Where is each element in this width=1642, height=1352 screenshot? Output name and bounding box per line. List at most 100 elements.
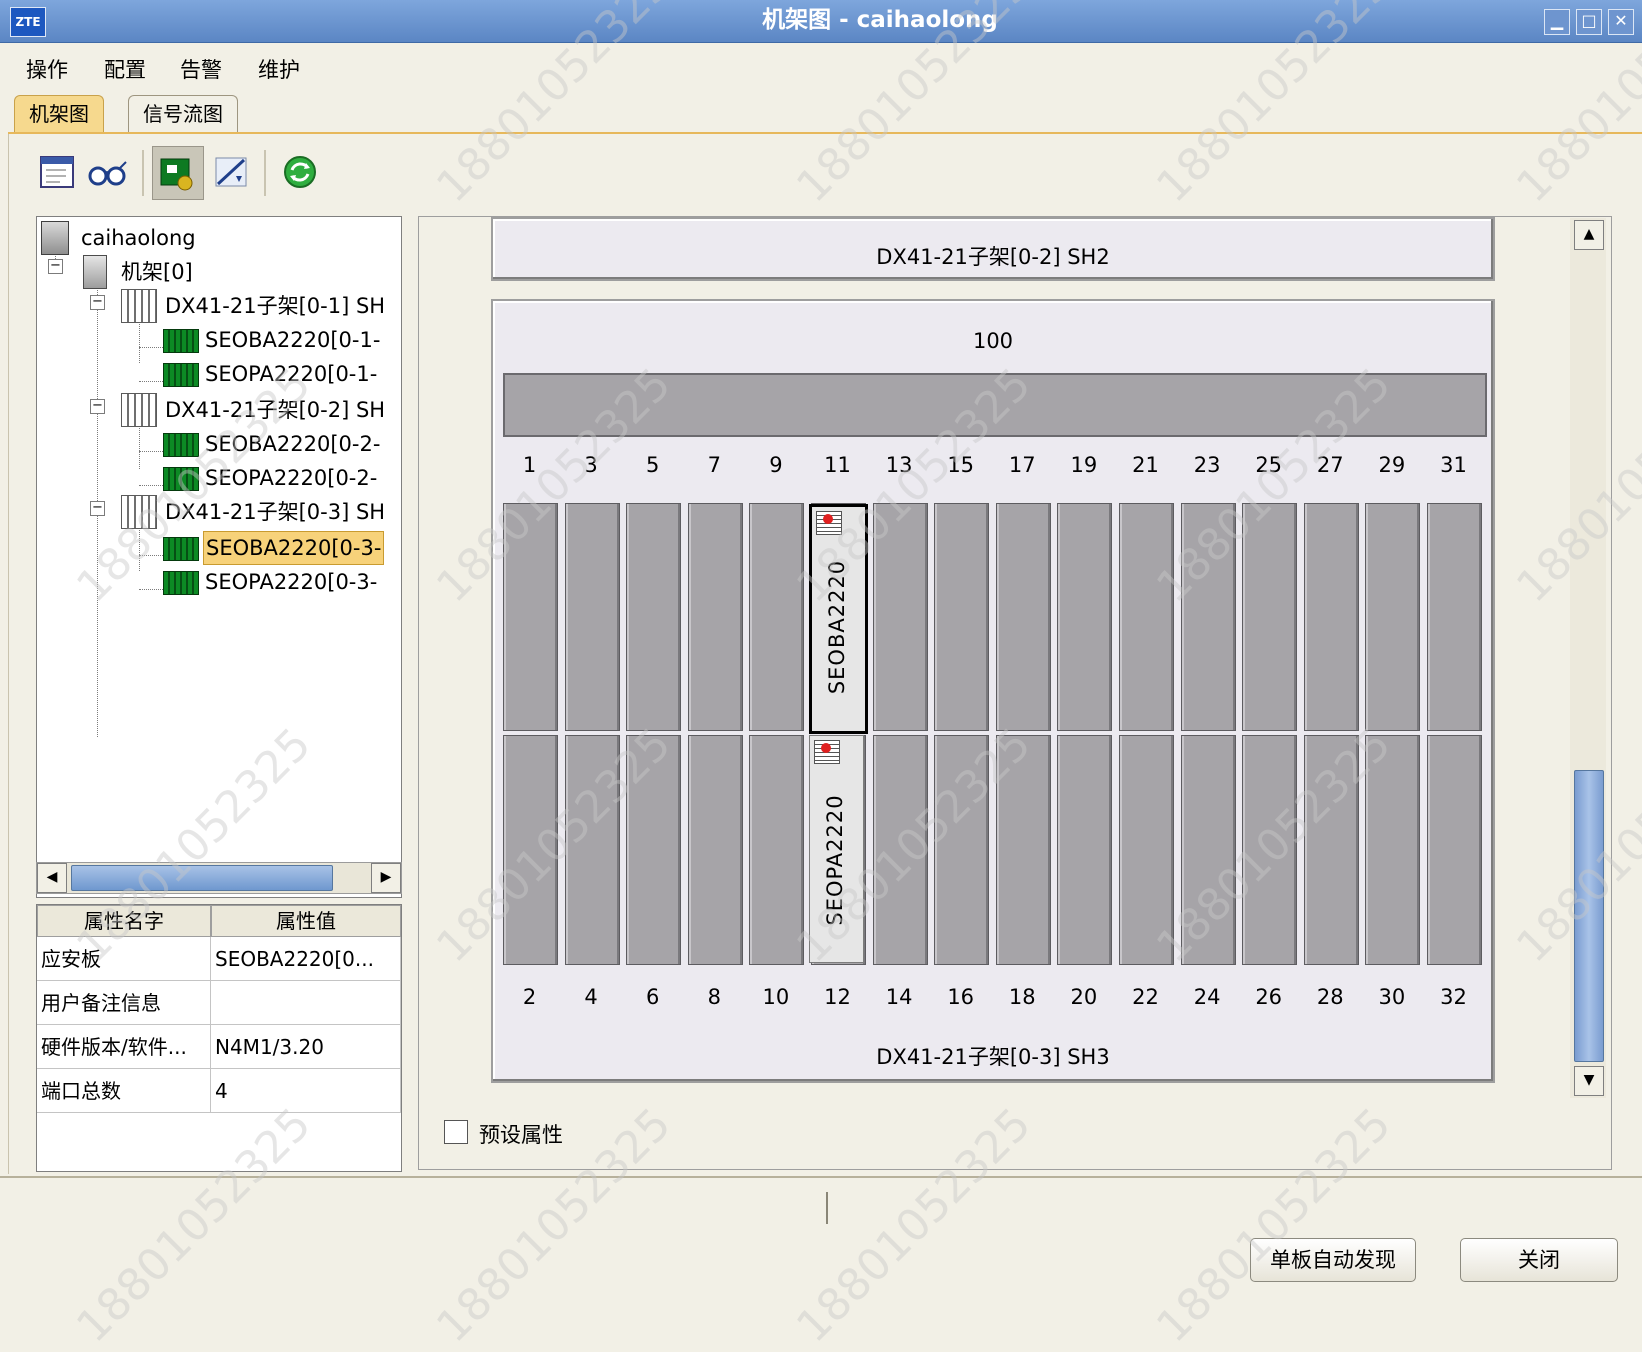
slot-10[interactable] [749, 735, 805, 965]
slot-3[interactable] [564, 503, 620, 731]
slot-number: 7 [707, 453, 721, 477]
slot-27[interactable] [1303, 503, 1359, 731]
scroll-thumb[interactable] [1574, 770, 1604, 1062]
slot-20[interactable] [1057, 735, 1113, 965]
slot-number: 14 [885, 985, 913, 1009]
board-icon [163, 571, 199, 595]
property-value: 4 [211, 1069, 401, 1113]
scroll-thumb[interactable] [71, 865, 333, 891]
slot-25[interactable] [1242, 503, 1298, 731]
menu-maintenance[interactable]: 维护 [258, 54, 300, 84]
card-seopa2220[interactable]: SEOPA2220 [809, 735, 864, 963]
slot-30[interactable] [1365, 735, 1421, 965]
subrack-icon [121, 495, 157, 529]
slot-24[interactable] [1180, 735, 1236, 965]
property-name: 应安板 [37, 937, 211, 981]
slot-number: 2 [522, 985, 537, 1009]
slot-8[interactable] [687, 735, 743, 965]
tab-rack-view[interactable]: 机架图 [14, 95, 104, 132]
slot-number: 10 [762, 985, 790, 1009]
slot-5[interactable] [626, 503, 682, 731]
slot-2[interactable] [503, 735, 558, 965]
toolbar [24, 146, 344, 204]
slot-4[interactable] [564, 735, 620, 965]
slot-6[interactable] [626, 735, 682, 965]
subrack-icon [121, 393, 157, 427]
preset-attributes-checkbox[interactable] [444, 1120, 468, 1144]
slot-13[interactable] [872, 503, 928, 731]
slot-18[interactable] [995, 735, 1051, 965]
board-icon [163, 363, 199, 387]
subrack-sh2[interactable]: DX41-21子架[0-2] SH2 [491, 217, 1495, 281]
scroll-right-icon[interactable]: ▶ [371, 863, 401, 893]
slash-icon[interactable] [208, 146, 258, 198]
column-header-name[interactable]: 属性名字 [37, 905, 211, 937]
slot-number: 17 [1008, 453, 1036, 477]
slot-7[interactable] [687, 503, 743, 731]
slot-number: 23 [1193, 453, 1221, 477]
collapse-icon[interactable]: − [90, 295, 105, 310]
rack-view-panel: DX41-21子架[0-2] SH2 100 1 3 5 7 9 11 13 15 17 19 21… [418, 216, 1612, 1170]
property-name: 用户备注信息 [37, 981, 211, 1025]
slot-29[interactable] [1365, 503, 1421, 731]
slot-number: 16 [947, 985, 975, 1009]
slot-14[interactable] [872, 735, 928, 965]
slot-16[interactable] [934, 735, 990, 965]
auto-discover-button[interactable]: 单板自动发现 [1250, 1238, 1416, 1282]
collapse-icon[interactable]: − [48, 259, 63, 274]
fan-tray[interactable] [503, 373, 1487, 437]
slot-number: 12 [824, 985, 851, 1009]
slot-number: 18 [1008, 985, 1036, 1009]
subrack-sh3[interactable]: 100 1 3 5 7 9 11 13 15 17 19 21 23 25 27 29 31 2 4 6 8 10 12… [491, 299, 1495, 1083]
close-button[interactable]: 关闭 [1460, 1238, 1618, 1282]
glasses-icon[interactable] [86, 146, 136, 198]
board-status-icon [816, 511, 842, 535]
scroll-down-icon[interactable]: ▼ [1574, 1066, 1604, 1096]
toolbar-separator [142, 150, 144, 196]
refresh-icon[interactable] [274, 146, 324, 198]
slot-22[interactable] [1119, 735, 1174, 965]
tree-node-label: DX41-21子架[0-2] SH [165, 398, 386, 422]
tree-node-label: SEOPA2220[0-2- [205, 466, 378, 490]
slot-number: 28 [1316, 985, 1344, 1009]
slot-21[interactable] [1119, 503, 1174, 731]
collapse-icon[interactable]: − [90, 399, 105, 414]
slot-32[interactable] [1427, 735, 1482, 965]
tree-horizontal-scrollbar[interactable]: ◀ ▶ [36, 862, 402, 894]
menu-config[interactable]: 配置 [104, 54, 146, 84]
close-icon[interactable]: ✕ [1608, 9, 1634, 35]
slot-number: 25 [1255, 453, 1283, 477]
view-vertical-scrollbar[interactable]: ▲ ▼ [1570, 218, 1606, 1098]
minimize-icon[interactable]: ▁ [1544, 9, 1570, 35]
board-select-icon[interactable] [152, 146, 204, 200]
slot-31[interactable] [1427, 503, 1482, 731]
maximize-icon[interactable]: □ [1576, 9, 1602, 35]
slot-1[interactable] [503, 503, 558, 731]
slot-9[interactable] [749, 503, 805, 731]
scroll-up-icon[interactable]: ▲ [1574, 220, 1604, 250]
subrack-label: DX41-21子架[0-2] SH2 [876, 245, 1110, 269]
slot-15[interactable] [934, 503, 990, 731]
resource-tree: caihaolong − 机架[0] − DX41-21子架[0-1] SH S… [36, 216, 402, 898]
board-icon [163, 537, 199, 561]
slot-number: 31 [1440, 453, 1467, 477]
window-icon[interactable] [34, 146, 84, 198]
collapse-icon[interactable]: − [90, 501, 105, 516]
tree-node-label: SEOBA2220[0-2- [205, 432, 381, 456]
slot-17[interactable] [995, 503, 1051, 731]
slot-26[interactable] [1242, 735, 1298, 965]
slot-23[interactable] [1180, 503, 1236, 731]
menu-operation[interactable]: 操作 [26, 54, 68, 84]
slot-number: 8 [707, 985, 721, 1009]
column-header-value[interactable]: 属性值 [211, 905, 401, 937]
subrack-label: DX41-21子架[0-3] SH3 [876, 1045, 1110, 1069]
slot-28[interactable] [1303, 735, 1359, 965]
menu-alarm[interactable]: 告警 [180, 54, 222, 84]
card-seoba2220[interactable]: SEOBA2220 [809, 504, 868, 734]
slot-19[interactable] [1057, 503, 1113, 731]
tab-signal-flow[interactable]: 信号流图 [128, 95, 238, 132]
slot-number: 11 [824, 453, 851, 477]
scroll-left-icon[interactable]: ◀ [37, 863, 67, 893]
preset-attributes-label: 预设属性 [479, 1123, 563, 1147]
tree-connector [139, 381, 163, 382]
